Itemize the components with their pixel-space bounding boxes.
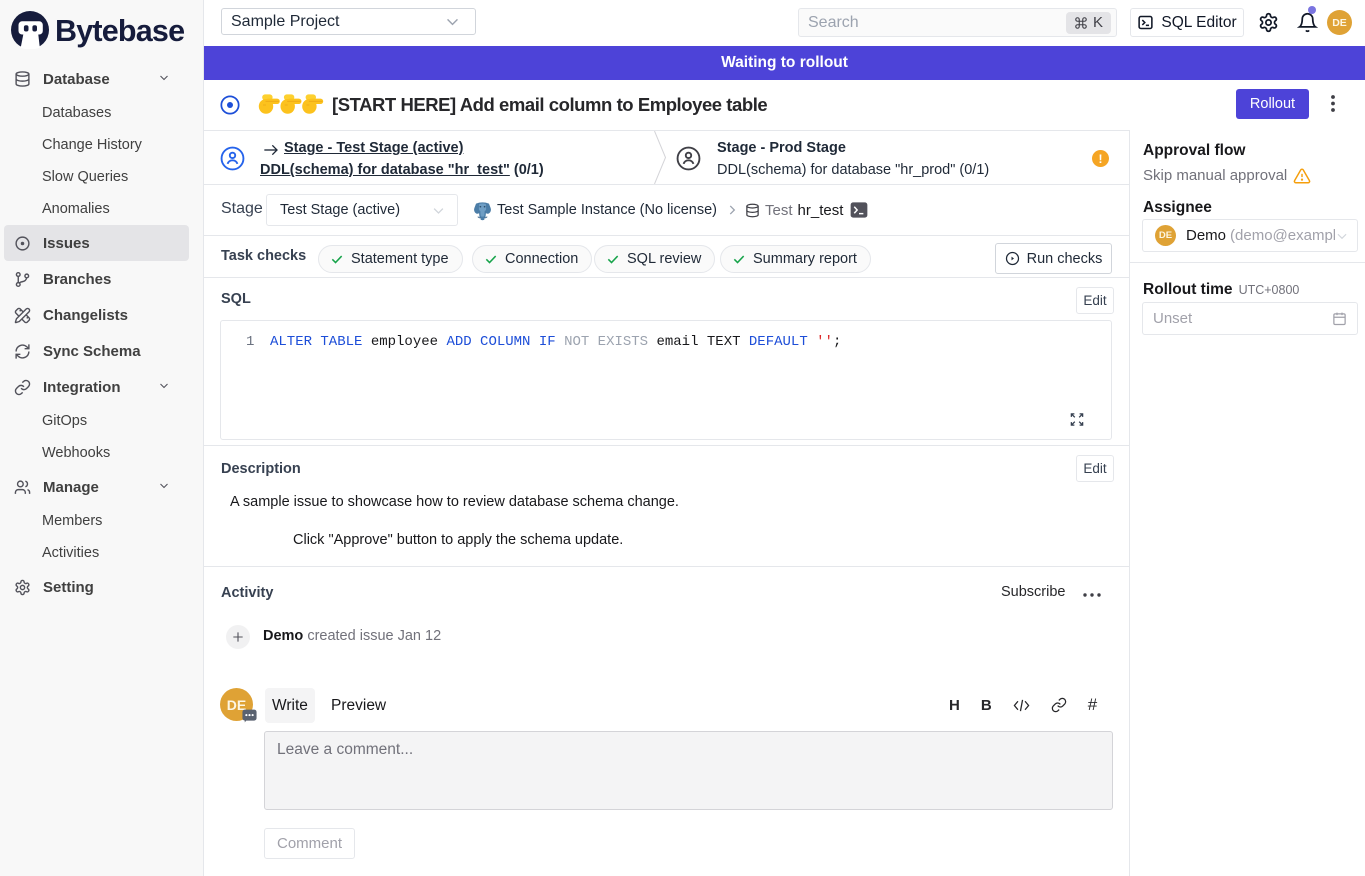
svg-text:Bytebase: Bytebase xyxy=(55,14,184,48)
